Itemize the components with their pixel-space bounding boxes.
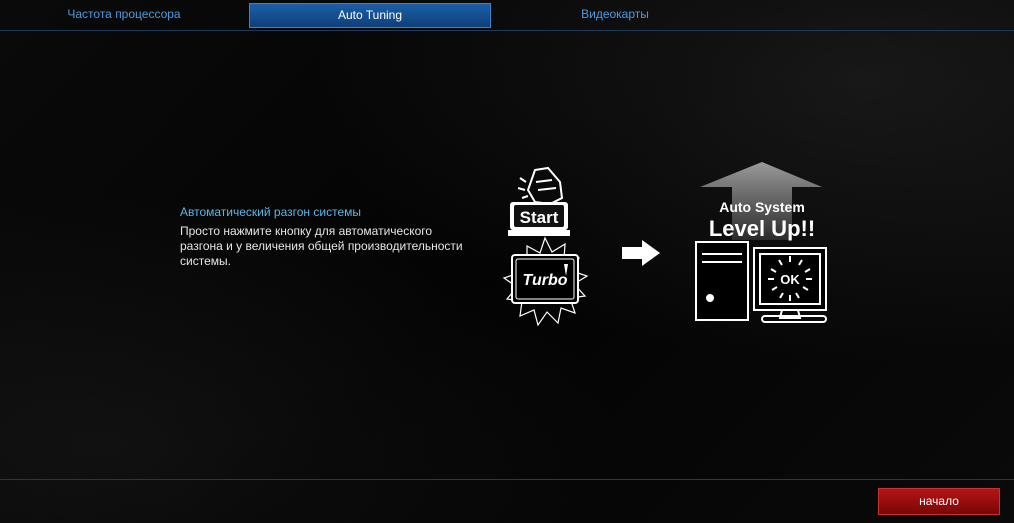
pc-tower-icon (695, 241, 749, 321)
tab-graphics-cards[interactable]: Видеокарты (491, 3, 739, 26)
svg-text:Turbo: Turbo (522, 272, 567, 289)
start-turbo-illustration: Start Turbo (502, 166, 589, 327)
description-title: Автоматический разгон системы (180, 205, 362, 219)
svg-text:OK: OK (780, 272, 800, 287)
start-button[interactable]: начало (878, 488, 1000, 515)
start-key-icon: Start (508, 202, 570, 236)
description-body: Просто нажмите кнопку для автоматическог… (180, 224, 463, 268)
footer-divider (0, 479, 1014, 480)
tab-cpu-frequency[interactable]: Частота процессора (0, 3, 248, 26)
cpu-chip-icon: Turbo (511, 254, 579, 304)
tab-divider (0, 30, 1014, 31)
svg-text:Start: Start (520, 208, 559, 227)
auto-system-illustration: Auto System Level Up!! OK (695, 162, 827, 323)
tab-bar: Частота процессора Auto Tuning Видеокарт… (0, 0, 1014, 30)
svg-text:Level Up!!: Level Up!! (709, 216, 815, 241)
hand-icon (517, 166, 564, 206)
svg-text:Auto System: Auto System (719, 199, 805, 215)
arrow-right-icon (622, 240, 660, 266)
tab-auto-tuning[interactable]: Auto Tuning (249, 3, 491, 28)
